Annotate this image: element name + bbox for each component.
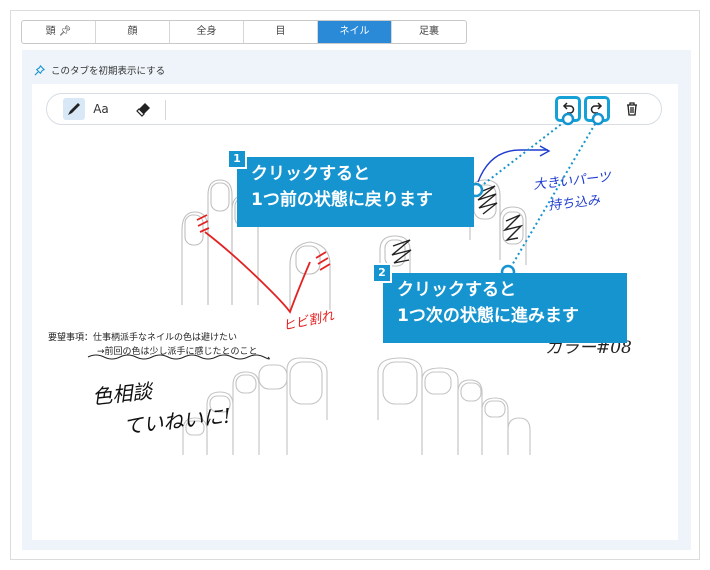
callout-line2: 1つ次の状態に進みます xyxy=(397,306,579,326)
feet-illustration xyxy=(182,357,531,455)
redo-callout: クリックすると 1つ次の状態に進みます xyxy=(383,273,627,343)
callout-line1: クリックすると xyxy=(397,280,516,300)
undo-callout: クリックすると 1つ前の状態に戻ります xyxy=(237,157,474,227)
memo-line1: 要望事項：仕事柄派手なネイルの色は避けたい xyxy=(48,333,238,343)
memo-line2: →前回の色は少し派手に感じたとのこと xyxy=(97,347,258,357)
callout-number-1: 1 xyxy=(227,149,247,169)
callout-number-2: 2 xyxy=(372,263,392,283)
callout-line2: 1つ前の状態に戻ります xyxy=(251,190,433,210)
blue-arrowhead xyxy=(539,145,551,157)
red-annotation-strokes xyxy=(196,214,331,314)
callout-line1: クリックすると xyxy=(251,164,370,184)
